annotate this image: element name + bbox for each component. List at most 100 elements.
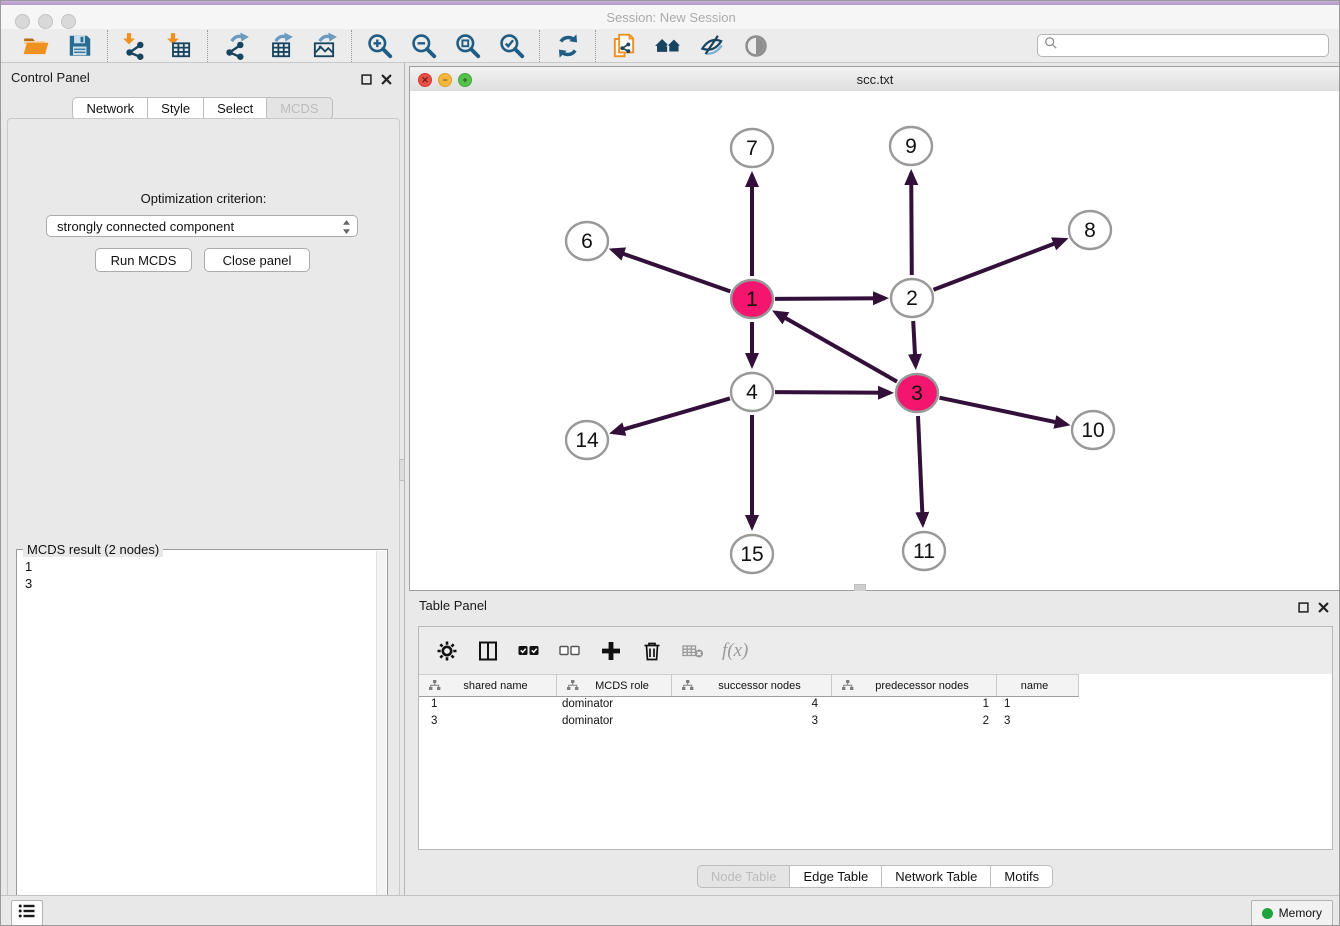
graph-edge-3-10[interactable] — [940, 398, 1067, 425]
table-header-row[interactable]: shared nameMCDS rolesuccessor nodesprede… — [419, 674, 1079, 697]
import-table-icon[interactable] — [165, 31, 195, 61]
graph-node-4[interactable]: 4 — [731, 373, 773, 411]
import-network-icon[interactable] — [121, 31, 151, 61]
tab-node-table[interactable]: Node Table — [697, 865, 791, 888]
tab-style[interactable]: Style — [148, 97, 204, 120]
graph-edge-3-1[interactable] — [776, 312, 898, 381]
graph-node-7[interactable]: 7 — [731, 129, 773, 167]
table-cell[interactable]: 1 — [997, 696, 1079, 713]
graph-node-6[interactable]: 6 — [566, 222, 608, 260]
refresh-icon[interactable] — [553, 31, 583, 61]
zoom-in-icon[interactable] — [365, 31, 395, 61]
network-graph-canvas[interactable]: 1 2 3 4 6 7 8 9 10 11 14 15 — [410, 91, 1340, 587]
close-panel-button[interactable]: Close panel — [204, 248, 310, 272]
export-table-icon[interactable] — [265, 31, 295, 61]
panel-splitter-grip[interactable] — [399, 459, 405, 481]
graph-node-10[interactable]: 10 — [1072, 411, 1114, 449]
close-panel-icon[interactable] — [381, 72, 392, 90]
task-list-icon — [18, 903, 36, 924]
column-header-successor-nodes[interactable]: successor nodes — [672, 675, 832, 696]
table-cell[interactable]: 1 — [419, 696, 557, 713]
network-window-titlebar[interactable]: scc.txt — [410, 67, 1340, 92]
main-toolbar — [1, 29, 1340, 63]
show-columns-icon[interactable] — [476, 639, 500, 663]
export-image-icon[interactable] — [309, 31, 339, 61]
memory-button[interactable]: Memory — [1251, 900, 1333, 926]
svg-text:1: 1 — [746, 288, 758, 311]
graph-node-1[interactable]: 1 — [731, 280, 773, 318]
table-cell[interactable]: 2 — [832, 713, 997, 730]
table-cell[interactable]: dominator — [557, 713, 672, 730]
tab-select[interactable]: Select — [204, 97, 267, 120]
memory-label: Memory — [1279, 906, 1322, 920]
float-panel-icon[interactable] — [361, 72, 372, 90]
mcds-result-text[interactable]: 1 3 — [17, 552, 377, 926]
graph-edge-1-6[interactable] — [613, 250, 731, 291]
table-cell[interactable]: 4 — [672, 696, 832, 713]
graph-node-15[interactable]: 15 — [731, 535, 773, 573]
attribute-tree-icon — [567, 680, 579, 691]
table-cell[interactable]: 1 — [832, 696, 997, 713]
svg-text:15: 15 — [740, 543, 763, 566]
graph-edge-3-11[interactable] — [918, 416, 923, 524]
window-title: Session: New Session — [1, 5, 1340, 29]
zoom-fit-icon[interactable] — [453, 31, 483, 61]
tab-mcds[interactable]: MCDS — [267, 97, 332, 120]
tab-motifs[interactable]: Motifs — [991, 865, 1053, 888]
duplicate-network-icon[interactable] — [609, 31, 639, 61]
graph-edge-4-3[interactable] — [775, 392, 890, 393]
tab-network-table[interactable]: Network Table — [882, 865, 991, 888]
graph-node-3[interactable]: 3 — [896, 374, 938, 412]
close-panel-icon[interactable] — [1318, 600, 1329, 618]
graph-node-11[interactable]: 11 — [903, 532, 945, 570]
open-session-icon[interactable] — [21, 31, 51, 61]
graph-edge-2-9[interactable] — [911, 173, 912, 275]
graph-edge-1-2[interactable] — [775, 298, 885, 299]
save-session-icon[interactable] — [65, 31, 95, 61]
column-header-name[interactable]: name — [997, 675, 1079, 696]
graph-node-14[interactable]: 14 — [566, 421, 608, 459]
column-header-MCDS-role[interactable]: MCDS role — [557, 675, 672, 696]
table-body[interactable]: 1dominator4113dominator323 — [419, 696, 1332, 730]
status-bar: Memory — [1, 895, 1340, 926]
result-scrollbar[interactable] — [376, 551, 386, 926]
tab-network[interactable]: Network — [72, 97, 148, 120]
search-input[interactable] — [1062, 36, 1328, 56]
home-icon[interactable] — [653, 31, 683, 61]
deselect-all-icon[interactable] — [558, 639, 582, 663]
titlebar[interactable]: Session: New Session — [1, 5, 1340, 30]
run-mcds-button[interactable]: Run MCDS — [95, 248, 192, 272]
table-row[interactable]: 1dominator411 — [419, 696, 1332, 713]
table-cell[interactable]: 3 — [419, 713, 557, 730]
graph-node-9[interactable]: 9 — [890, 127, 932, 165]
zoom-out-icon[interactable] — [409, 31, 439, 61]
table-cell[interactable]: dominator — [557, 696, 672, 713]
apply-style-icon[interactable] — [697, 31, 727, 61]
control-panel-header: Control Panel — [1, 67, 404, 89]
graph-edge-4-14[interactable] — [613, 398, 730, 432]
settings-gear-icon[interactable] — [435, 639, 459, 663]
search-field[interactable] — [1037, 34, 1329, 57]
hide-graphics-icon[interactable] — [741, 31, 771, 61]
graph-node-2[interactable]: 2 — [891, 279, 933, 317]
criterion-dropdown[interactable]: strongly connected component — [46, 215, 358, 237]
tab-edge-table[interactable]: Edge Table — [790, 865, 882, 888]
table-panel-tabbar: Node TableEdge TableNetwork TableMotifs — [409, 865, 1340, 888]
delete-row-icon[interactable] — [640, 639, 664, 663]
table-toolbar: f(x) — [419, 627, 1332, 674]
add-row-icon[interactable] — [599, 639, 623, 663]
control-panel-tabbar: NetworkStyleSelectMCDS — [1, 97, 404, 120]
float-panel-icon[interactable] — [1298, 600, 1309, 618]
export-network-icon[interactable] — [221, 31, 251, 61]
task-history-button[interactable] — [11, 900, 43, 926]
select-all-icon[interactable] — [517, 639, 541, 663]
zoom-selected-icon[interactable] — [497, 31, 527, 61]
graph-edge-2-3[interactable] — [913, 321, 915, 366]
graph-node-8[interactable]: 8 — [1069, 211, 1111, 249]
column-header-shared-name[interactable]: shared name — [419, 675, 557, 696]
table-cell[interactable]: 3 — [672, 713, 832, 730]
table-cell[interactable]: 3 — [997, 713, 1079, 730]
graph-edge-2-8[interactable] — [934, 240, 1065, 290]
table-row[interactable]: 3dominator323 — [419, 713, 1332, 730]
column-header-predecessor-nodes[interactable]: predecessor nodes — [832, 675, 997, 696]
